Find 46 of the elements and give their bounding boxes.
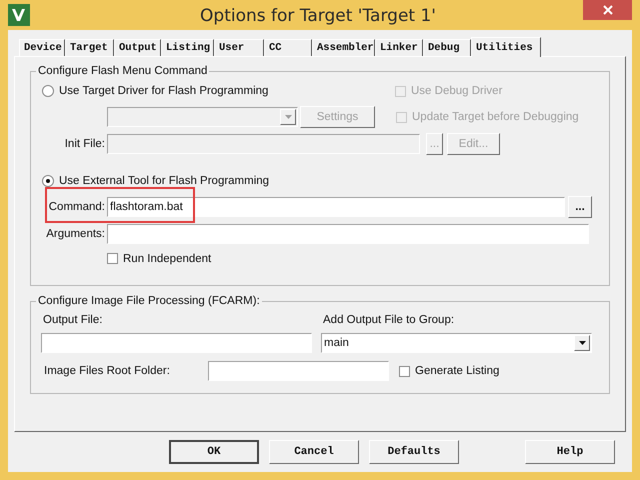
dialog-button[interactable]: OK	[169, 440, 259, 464]
tab[interactable]: Linker	[375, 39, 423, 56]
tab[interactable]: Target	[65, 39, 114, 56]
checkbox-label: Use Debug Driver	[411, 85, 502, 97]
command-field[interactable]: flashtoram.bat	[107, 197, 565, 217]
tab[interactable]: Output	[114, 39, 161, 56]
dropdown-arrow-icon	[578, 341, 586, 345]
browse-button[interactable]: ...	[568, 196, 592, 218]
field-label: Command:	[48, 201, 106, 213]
checkbox-label: Update Target before Debugging	[412, 111, 579, 123]
close-button[interactable]	[583, 0, 632, 20]
window-title: Options for Target 'Target 1'	[199, 5, 437, 26]
select-value: main	[324, 337, 349, 349]
root-folder-field[interactable]	[208, 361, 389, 381]
radio-label: Use Target Driver for Flash Programming	[59, 85, 268, 97]
tab[interactable]: Device	[19, 39, 65, 56]
radio-button[interactable]	[42, 175, 54, 187]
radio-button[interactable]	[42, 85, 54, 97]
field-label: Output File:	[43, 314, 104, 326]
checkbox-label: Generate Listing	[415, 365, 500, 377]
dialog-button[interactable]: Help	[525, 440, 615, 464]
tab[interactable]: CC	[264, 39, 312, 56]
tab[interactable]: User	[214, 39, 264, 56]
checkbox[interactable]	[107, 253, 118, 264]
group-select[interactable]: main	[321, 333, 592, 353]
field-label: Arguments:	[45, 228, 106, 240]
close-icon	[602, 5, 612, 15]
field-label: Init File:	[64, 138, 106, 150]
tab[interactable]: Assembler	[312, 39, 375, 56]
tab[interactable]: Debug	[423, 39, 471, 56]
dropdown-arrow-icon	[284, 115, 292, 119]
checkbox[interactable]	[399, 366, 410, 376]
radio-label: Use External Tool for Flash Programming	[59, 175, 270, 187]
tab[interactable]: Utilities	[471, 37, 541, 57]
arguments-field[interactable]	[107, 224, 589, 244]
field-label: Image Files Root Folder:	[43, 365, 171, 377]
checkbox-label: Run Independent	[123, 252, 212, 264]
group-title: Configure Flash Menu Command	[37, 65, 208, 77]
output-file-field[interactable]	[41, 333, 312, 353]
command-value: flashtoram.bat	[110, 201, 183, 213]
field-label: Add Output File to Group:	[323, 314, 454, 326]
tab[interactable]: Listing	[161, 39, 214, 56]
dialog-button[interactable]: Defaults	[369, 440, 459, 464]
dialog-button[interactable]: Cancel	[269, 440, 359, 464]
app-icon	[8, 4, 30, 26]
group-title: Configure Image File Processing (FCARM):	[37, 295, 261, 307]
